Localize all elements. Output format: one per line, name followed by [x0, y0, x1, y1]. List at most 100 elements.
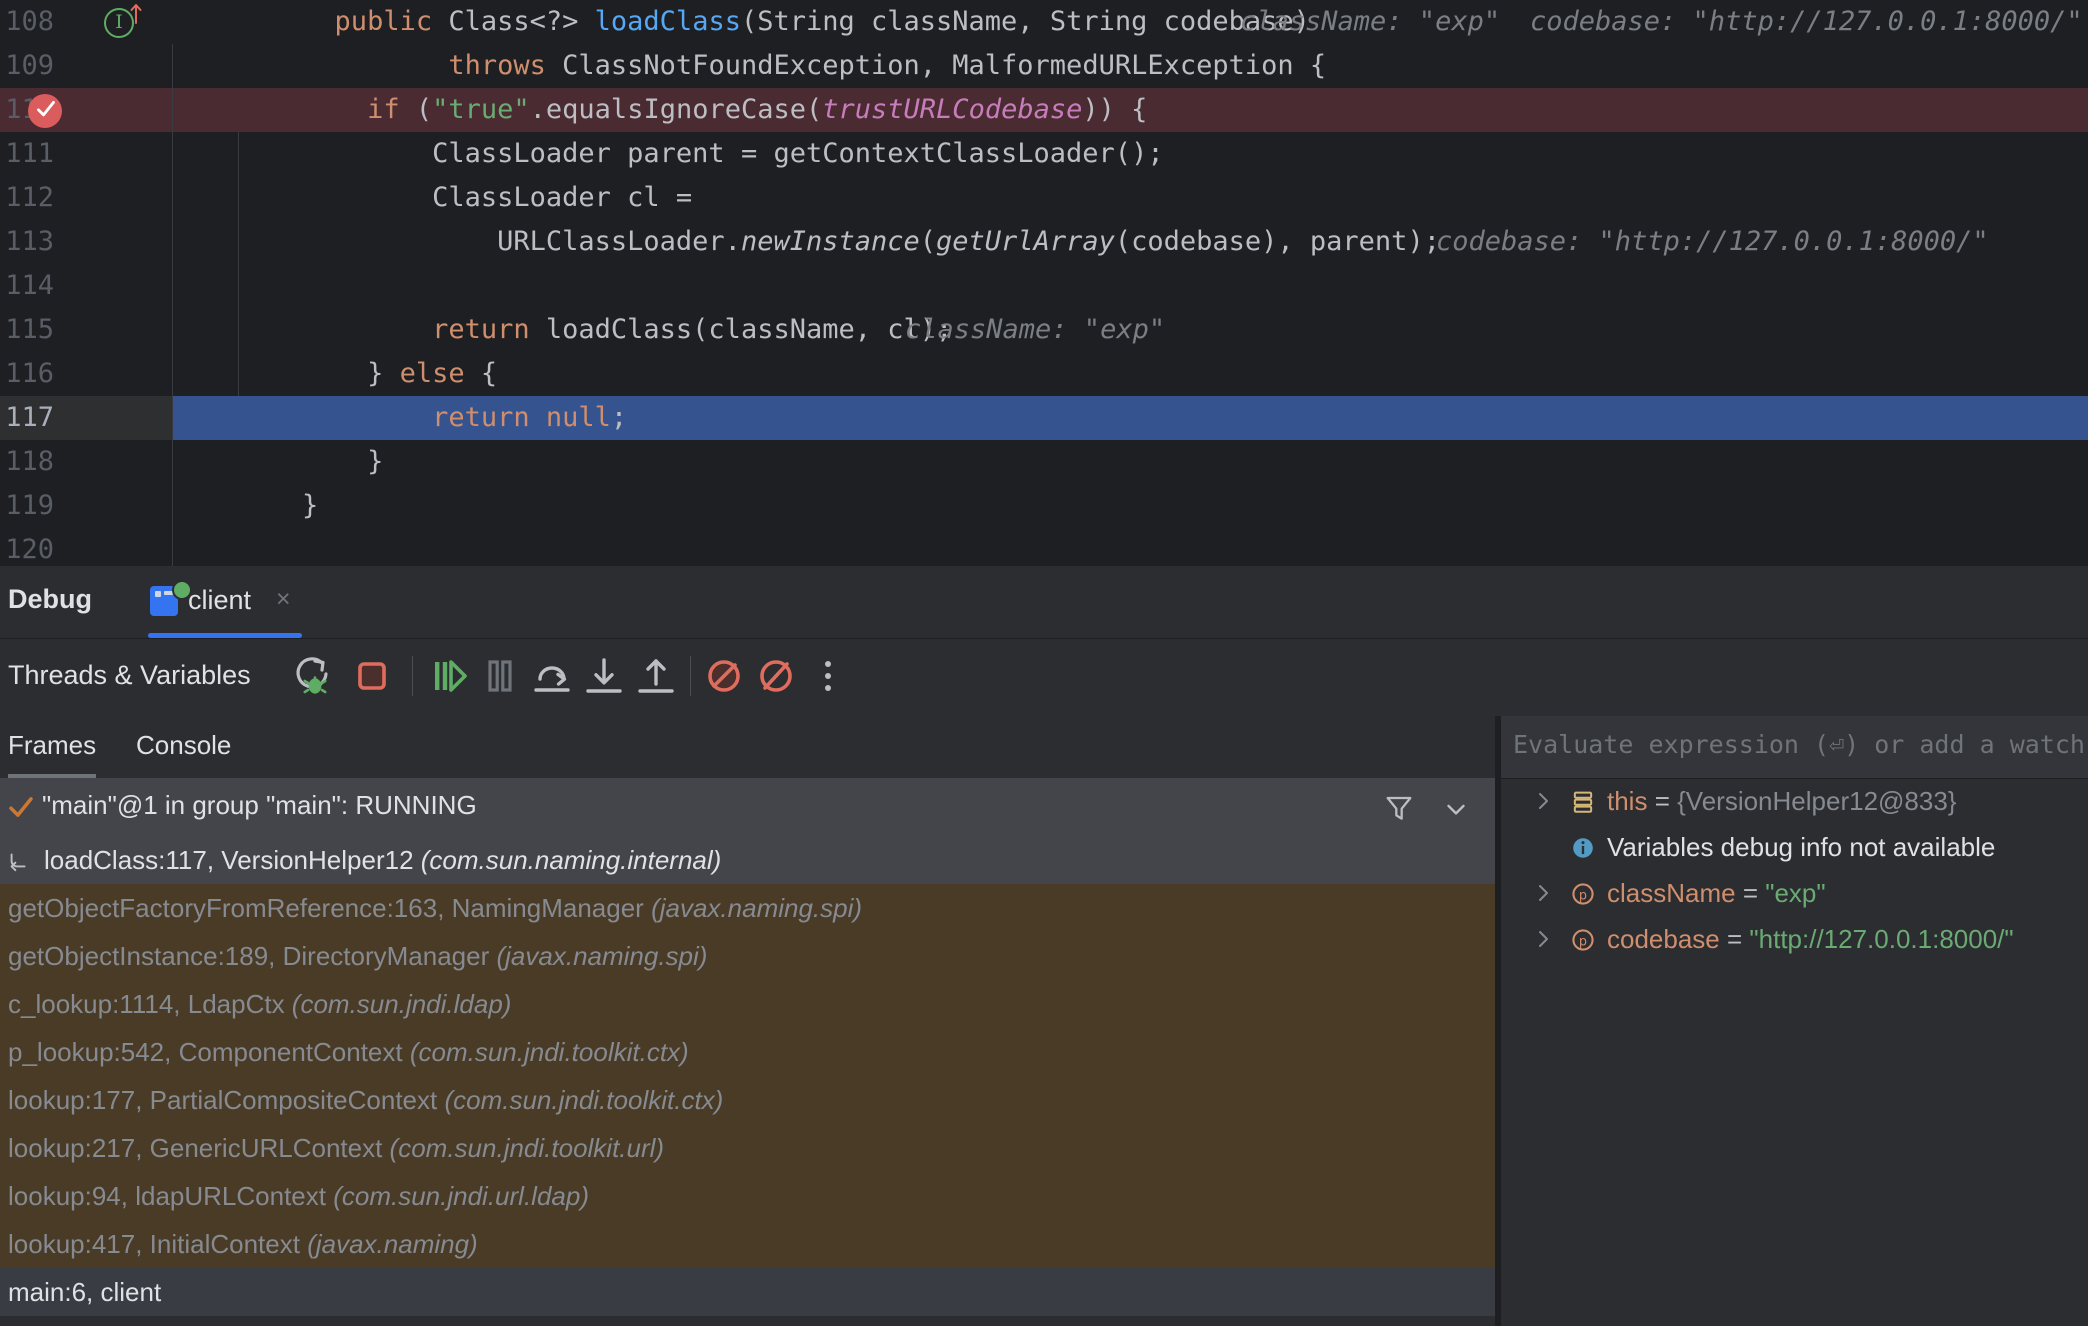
frame-list-item[interactable]: main:6, client	[0, 1268, 1495, 1316]
ide-window: 108 I public Class<?> loadClass(String cl…	[0, 0, 2088, 1326]
chevron-right-icon[interactable]	[1531, 788, 1555, 814]
step-over-button[interactable]	[528, 652, 576, 700]
frame-label: p_lookup:542, ComponentContext	[8, 1037, 410, 1067]
stop-icon	[358, 662, 386, 690]
variable-row[interactable]: p className = "exp"	[1501, 870, 2088, 916]
step-into-button[interactable]	[580, 652, 628, 700]
chevron-right-icon[interactable]	[1531, 926, 1555, 952]
editor-gutter[interactable]: 118	[0, 440, 172, 484]
rerun-debug-button[interactable]	[288, 652, 336, 700]
code-line[interactable]: 112 ClassLoader cl =	[0, 176, 2088, 220]
code-line[interactable]: 108 I public Class<?> loadClass(String cl…	[0, 0, 2088, 44]
chevron-right-icon[interactable]	[1531, 880, 1555, 906]
frame-list-item[interactable]: lookup:94, ldapURLContext (com.sun.jndi.…	[0, 1172, 1495, 1220]
info-icon	[1573, 838, 1593, 858]
code-line[interactable]: 115 return loadClass(className, cl); clas…	[0, 308, 2088, 352]
variable-text: Variables debug info not available	[1607, 824, 1995, 870]
variable-name: this	[1607, 786, 1648, 816]
frame-list-item[interactable]: lookup:217, GenericURLContext (com.sun.j…	[0, 1124, 1495, 1172]
pause-program-button[interactable]	[476, 652, 524, 700]
code-line[interactable]: 119 }	[0, 484, 2088, 528]
frame-list-item[interactable]: getObjectFactoryFromReference:163, Namin…	[0, 884, 1495, 932]
code-line[interactable]: 118 }	[0, 440, 2088, 484]
parameter-icon: p	[1572, 929, 1594, 951]
frame-label: lookup:217, GenericURLContext	[8, 1133, 390, 1163]
editor-gutter[interactable]: 119	[0, 484, 172, 528]
view-breakpoints-button[interactable]	[752, 652, 800, 700]
more-options-button[interactable]	[804, 652, 852, 700]
evaluate-expression-placeholder: Evaluate expression (⏎) or add a watch	[1513, 730, 2085, 759]
code-line[interactable]: 109 throws ClassNotFoundException, Malfo…	[0, 44, 2088, 88]
breakpoint-icon[interactable]	[28, 94, 62, 128]
frame-label: lookup:417, InitialContext	[8, 1229, 308, 1259]
code-text: return null;	[172, 396, 2088, 440]
frame-list-item[interactable]: lookup:417, InitialContext (javax.naming…	[0, 1220, 1495, 1268]
editor-gutter[interactable]: 111	[0, 132, 172, 176]
frame-list-item[interactable]: lookup:177, PartialCompositeContext (com…	[0, 1076, 1495, 1124]
evaluate-expression-input[interactable]: Evaluate expression (⏎) or add a watch	[1501, 716, 2088, 779]
tab-frames[interactable]: Frames	[8, 716, 97, 778]
editor-gutter[interactable]: 112	[0, 176, 172, 220]
frame-label: lookup:177, PartialCompositeContext	[8, 1085, 445, 1115]
tab-console[interactable]: Console	[136, 716, 231, 778]
resume-program-icon	[435, 660, 467, 692]
indent-guide	[172, 352, 173, 396]
frame-list-item[interactable]: p_lookup:542, ComponentContext (com.sun.…	[0, 1028, 1495, 1076]
indent-guide	[172, 528, 173, 566]
code-line[interactable]: 120	[0, 528, 2088, 566]
filter-icon[interactable]	[1383, 792, 1415, 824]
variable-row[interactable]: Variables debug info not available	[1501, 824, 2088, 870]
frame-label: c_lookup:1114, LdapCtx	[8, 989, 292, 1019]
editor-gutter[interactable]: 108 I	[0, 0, 172, 44]
editor-gutter[interactable]: 115	[0, 308, 172, 352]
indent-guide	[172, 264, 173, 308]
code-line[interactable]: 113 URLClassLoader.newInstance(getUrlArr…	[0, 220, 2088, 264]
variable-row[interactable]: this = {VersionHelper12@833}	[1501, 778, 2088, 824]
thread-label: "main"@1 in group "main": RUNNING	[42, 790, 477, 820]
variable-equals: =	[1719, 924, 1750, 954]
variable-name: codebase	[1607, 924, 1720, 954]
frames-list[interactable]: loadClass:117, VersionHelper12 (com.sun.…	[0, 836, 1495, 1326]
code-line[interactable]: 111 ClassLoader parent = getContextClass…	[0, 132, 2088, 176]
code-text: ClassLoader parent = getContextClassLoad…	[172, 138, 1164, 169]
code-editor[interactable]: 108 I public Class<?> loadClass(String cl…	[0, 0, 2088, 566]
threads-variables-label: Threads & Variables	[8, 660, 251, 690]
code-line[interactable]: 114	[0, 264, 2088, 308]
editor-gutter[interactable]: 114	[0, 264, 172, 308]
line-number: 112	[5, 182, 54, 213]
frame-list-item[interactable]: getObjectInstance:189, DirectoryManager …	[0, 932, 1495, 980]
frame-label: getObjectFactoryFromReference:163, Namin…	[8, 893, 652, 923]
variable-row[interactable]: p codebase = "http://127.0.0.1:8000/"	[1501, 916, 2088, 962]
stop-button[interactable]	[348, 652, 396, 700]
chevron-down-icon[interactable]	[1441, 794, 1471, 824]
editor-gutter[interactable]: 120	[0, 528, 172, 566]
inline-parameter-hint: className: "exp"	[1240, 6, 1501, 37]
code-line[interactable]: 117 return null;	[0, 396, 2088, 440]
thread-selector-row[interactable]: "main"@1 in group "main": RUNNING	[0, 778, 1495, 836]
indent-guide	[172, 220, 173, 264]
mute-breakpoints-icon	[708, 660, 740, 692]
mute-breakpoints-button[interactable]	[700, 652, 748, 700]
step-out-button[interactable]	[632, 652, 680, 700]
indent-guide	[238, 352, 239, 396]
editor-gutter[interactable]: 109	[0, 44, 172, 88]
frame-package: (javax.naming.spi)	[496, 941, 708, 971]
tab-console-label: Console	[136, 730, 232, 760]
editor-gutter[interactable]: 113	[0, 220, 172, 264]
line-number: 120	[5, 534, 54, 565]
indent-guide	[172, 308, 173, 352]
indent-guide	[238, 176, 239, 220]
code-line[interactable]: 116 } else {	[0, 352, 2088, 396]
variables-tree[interactable]: this = {VersionHelper12@833} Variables de…	[1501, 778, 2088, 962]
resume-program-button[interactable]	[424, 652, 472, 700]
code-line[interactable]: 110 if ("true".equalsIgnoreCase(trustURL…	[0, 88, 2088, 132]
code-text: if ("true".equalsIgnoreCase(trustURLCode…	[172, 94, 1148, 125]
editor-gutter[interactable]: 110	[0, 88, 172, 132]
frame-list-item[interactable]: loadClass:117, VersionHelper12 (com.sun.…	[0, 836, 1495, 884]
indent-guide	[172, 132, 173, 176]
frame-list-item[interactable]: c_lookup:1114, LdapCtx (com.sun.jndi.lda…	[0, 980, 1495, 1028]
frame-label: loadClass:117, VersionHelper12	[44, 845, 421, 875]
editor-gutter[interactable]: 117	[0, 396, 172, 440]
editor-gutter[interactable]: 116	[0, 352, 172, 396]
close-tab-icon[interactable]: ×	[276, 585, 291, 614]
